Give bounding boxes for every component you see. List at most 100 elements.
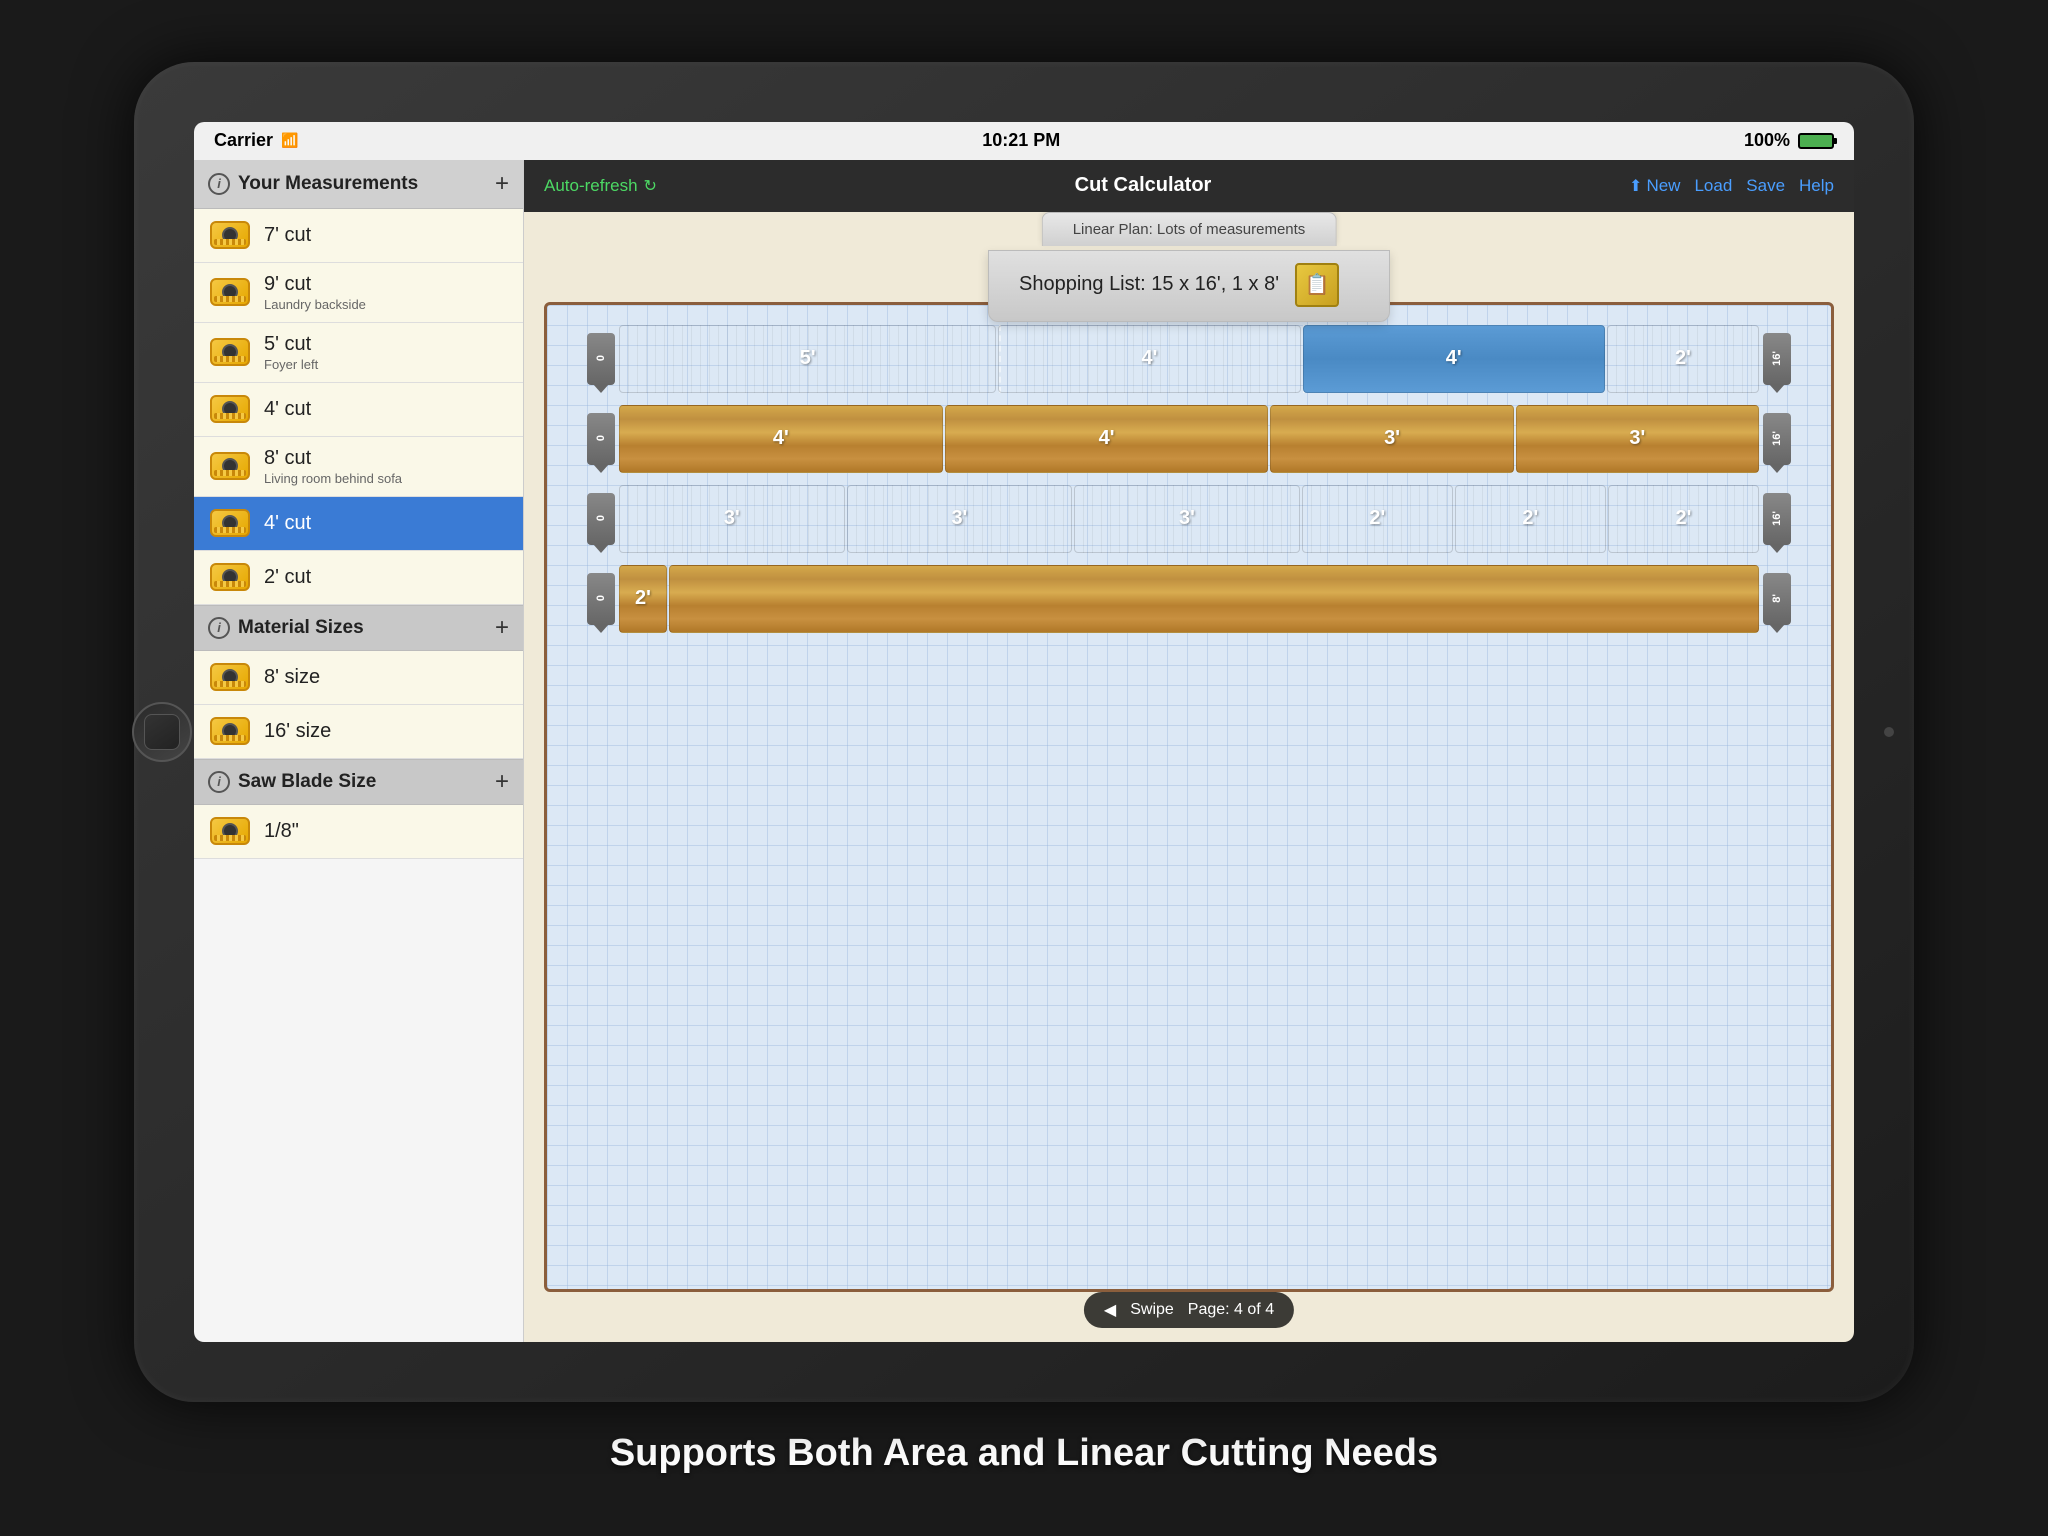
list-item[interactable]: 1/8" [194,805,523,859]
tape-icon [208,393,252,425]
material-header-left: i Material Sizes [208,617,364,639]
wood-segment: 3' [847,485,1073,553]
item-info: 9' cut Laundry backside [264,273,366,312]
item-info: 2' cut [264,566,311,589]
clipboard-icon: 📋 [1295,263,1339,307]
tape-icon [208,561,252,593]
list-item-selected[interactable]: 4' cut [194,497,523,551]
tag-text: 16' [1771,511,1783,526]
list-item[interactable]: 9' cut Laundry backside [194,263,523,323]
item-label: 8' cut [264,447,402,470]
status-bar: Carrier 📶 10:21 PM 100% [194,122,1854,160]
list-item[interactable]: 16' size [194,705,523,759]
saw-info-icon[interactable]: i [208,771,230,793]
tag-text: 0 [595,515,607,521]
item-sub: Living room behind sofa [264,471,402,486]
tape-icon [208,815,252,847]
board-inner-2: 4' 4' 3' 3' [619,405,1759,473]
measurements-info-icon[interactable]: i [208,173,230,195]
tape-icon [208,715,252,747]
saw-add-btn[interactable]: + [495,768,509,796]
tape-measure [210,452,250,480]
save-button[interactable]: Save [1746,176,1785,196]
measurements-title: Your Measurements [238,173,418,195]
tag-left-4: 0 [587,573,615,625]
measurements-header: i Your Measurements + [194,160,523,209]
status-left: Carrier 📶 [214,130,298,151]
tag-left-3: 0 [587,493,615,545]
tag-text: 16' [1771,351,1783,366]
help-button[interactable]: Help [1799,176,1834,196]
saw-title: Saw Blade Size [238,771,376,793]
item-label: 4' cut [264,398,311,421]
tape-icon [208,661,252,693]
tape-measure-stripe [214,681,246,687]
list-item[interactable]: 7' cut [194,209,523,263]
saw-blade-header: i Saw Blade Size + [194,759,523,805]
bottom-caption: Supports Both Area and Linear Cutting Ne… [610,1432,1438,1475]
item-sub: Foyer left [264,357,318,372]
list-item[interactable]: 2' cut [194,551,523,605]
tape-measure [210,817,250,845]
board-area: Linear Plan: Lots of measurements Shoppi… [524,212,1854,1342]
measurements-add-btn[interactable]: + [495,170,509,198]
tape-measure-stripe [214,239,246,245]
board-row-2: 0 4' 4' 3' 3' 16' [587,405,1791,473]
auto-refresh[interactable]: Auto-refresh ↻ [544,176,657,196]
left-panel: i Your Measurements + 7' c [194,160,524,1342]
wood-segment: 2' [1607,325,1759,393]
tape-measure [210,509,250,537]
plan-tab[interactable]: Linear Plan: Lots of measurements [1042,212,1337,246]
swipe-bar[interactable]: ◀ Swipe Page: 4 of 4 [1084,1292,1294,1328]
list-item[interactable]: 5' cut Foyer left [194,323,523,383]
tape-measure [210,278,250,306]
wood-segment [669,565,1759,633]
list-item[interactable]: 8' cut Living room behind sofa [194,437,523,497]
tag-text: 0 [595,435,607,441]
tape-measure-stripe [214,296,246,302]
item-label: 2' cut [264,566,311,589]
swipe-arrow: ◀ [1104,1300,1116,1320]
board-inner-3: 3' 3' 3' 2' 2' 2' [619,485,1759,553]
wood-segment: 5' [619,325,996,393]
item-label: 4' cut [264,512,311,535]
wood-segment: 4' [619,405,943,473]
tape-icon [208,336,252,368]
material-add-btn[interactable]: + [495,614,509,642]
home-button[interactable] [132,702,192,762]
tape-measure-stripe [214,581,246,587]
material-info-icon[interactable]: i [208,617,230,639]
item-label: 9' cut [264,273,366,296]
item-label: 7' cut [264,224,311,247]
new-button[interactable]: ⬆ New [1629,176,1680,196]
battery-icon [1798,133,1834,149]
list-item[interactable]: 8' size [194,651,523,705]
right-panel: Auto-refresh ↻ Cut Calculator ⬆ New Load… [524,160,1854,1342]
item-sub: Laundry backside [264,297,366,312]
item-label: 5' cut [264,333,318,356]
load-button[interactable]: Load [1694,176,1732,196]
tape-measure-stripe [214,527,246,533]
tape-measure [210,663,250,691]
grid-area: 0 5' 4' 4' 2' 16' [544,302,1834,1292]
wood-segment: 3' [1516,405,1759,473]
tag-left-2: 0 [587,413,615,465]
item-label: 8' size [264,666,320,689]
app-content: i Your Measurements + 7' c [194,160,1854,1342]
saw-header-left: i Saw Blade Size [208,771,376,793]
status-right: 100% [1744,130,1834,151]
wood-segment: 2' [1455,485,1606,553]
item-label: 16' size [264,720,331,743]
tape-measure-stripe [214,470,246,476]
wood-segment: 3' [619,485,845,553]
board-row-1: 0 5' 4' 4' 2' 16' [587,325,1791,393]
list-item[interactable]: 4' cut [194,383,523,437]
item-label: 1/8" [264,820,299,843]
wood-segment: 2' [1302,485,1453,553]
tag-right-1: 16' [1763,333,1791,385]
tag-right-2: 16' [1763,413,1791,465]
item-info: 4' cut [264,512,311,535]
top-bar-actions: ⬆ New Load Save Help [1629,176,1834,196]
board-row-3: 0 3' 3' 3' 2' 2' 2' 16' [587,485,1791,553]
tag-left-1: 0 [587,333,615,385]
